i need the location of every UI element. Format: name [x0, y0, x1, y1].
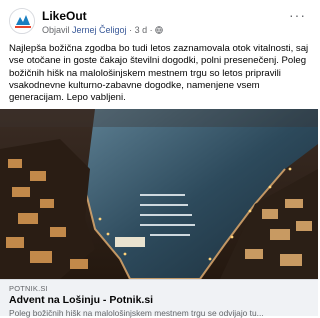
link-domain: POTNIK.SI — [9, 284, 48, 293]
meta-separator: · — [129, 25, 133, 35]
facebook-post: LikeOut Objavil Jernej Čeligoj · 3 d · ·… — [0, 0, 318, 318]
author-link[interactable]: Jernej Čeligoj — [72, 25, 127, 35]
page-avatar[interactable] — [9, 8, 35, 34]
likeout-logo-icon — [10, 9, 34, 33]
meta-separator: · — [149, 25, 153, 35]
harbor-photo[interactable] — [0, 109, 318, 279]
post-text: Najlepša božična zgodba bo tudi letos za… — [9, 43, 309, 104]
link-title[interactable]: Advent na Lošinju - Potnik.si — [9, 294, 153, 306]
page-name[interactable]: LikeOut — [42, 9, 87, 23]
post-meta: Objavil Jernej Čeligoj · 3 d · — [42, 25, 163, 35]
link-description: Poleg božičnih hišk na malološinjskem me… — [9, 308, 264, 318]
post-time[interactable]: 3 d — [135, 25, 148, 35]
post-header: LikeOut Objavil Jernej Čeligoj · 3 d · ·… — [9, 8, 310, 38]
meta-prefix: Objavil — [42, 25, 70, 35]
link-preview[interactable]: POTNIK.SI Advent na Lošinju - Potnik.si … — [0, 279, 318, 318]
more-options-button[interactable]: ··· — [289, 8, 306, 22]
globe-icon[interactable] — [155, 26, 163, 34]
